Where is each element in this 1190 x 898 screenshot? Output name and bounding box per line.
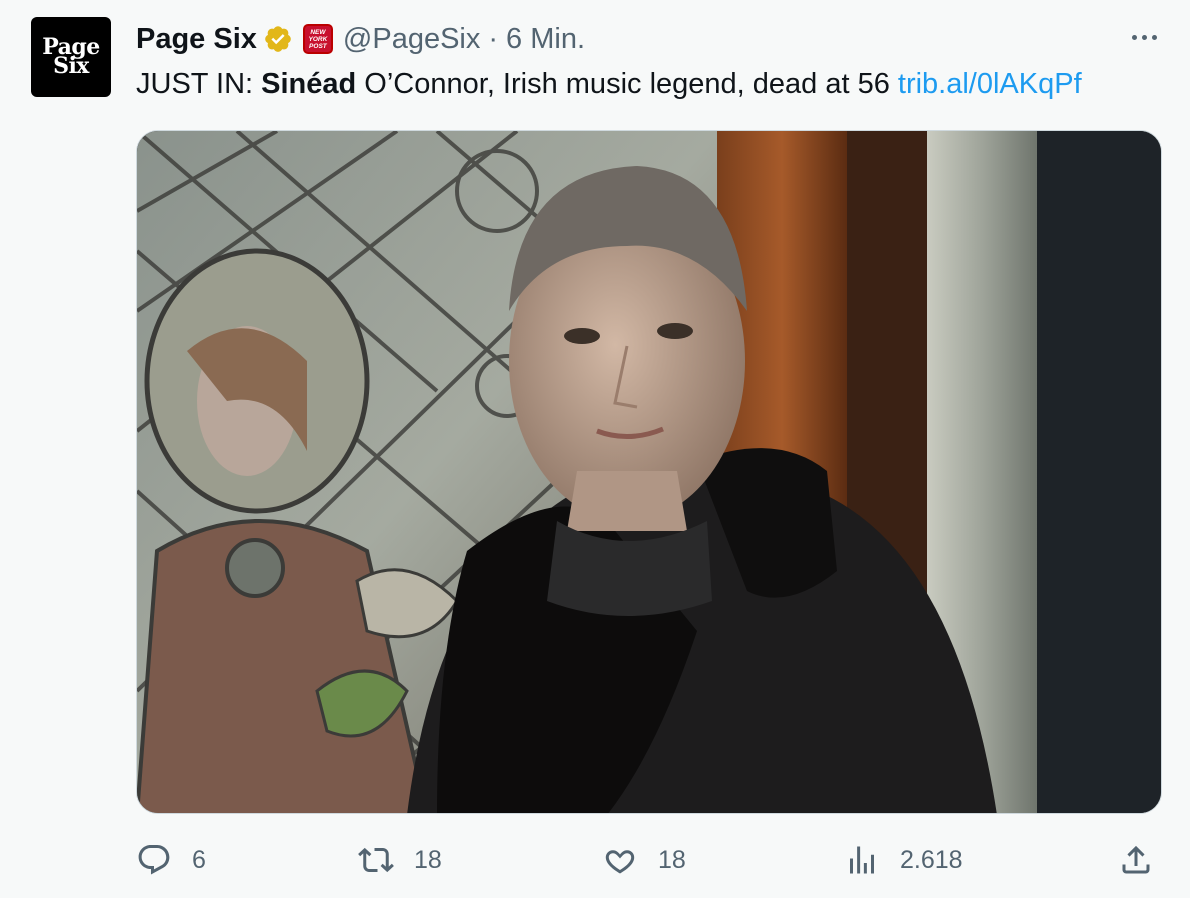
more-options-icon[interactable] [1124, 22, 1164, 52]
nypost-line-2: YORK [308, 35, 328, 43]
tweet-actions: 6 18 18 2.618 [136, 838, 1166, 882]
retweet-button[interactable]: 18 [358, 838, 442, 882]
photo-of-woman-icon [137, 131, 1161, 813]
reply-button[interactable]: 6 [136, 838, 206, 882]
tweet-photo[interactable] [136, 130, 1162, 814]
nypost-line-3: POST [309, 42, 327, 50]
tweet-body: O’Connor, Irish music legend, dead at 56 [356, 68, 898, 100]
retweet-count: 18 [414, 845, 442, 874]
reply-count: 6 [192, 845, 206, 874]
views-button[interactable]: 2.618 [844, 838, 963, 882]
share-icon [1122, 845, 1150, 874]
retweet-icon [358, 847, 394, 873]
tweet-text: JUST IN: Sinéad O’Connor, Irish music le… [136, 64, 1082, 104]
like-button[interactable]: 18 [602, 838, 686, 882]
account-handle[interactable]: @PageSix [343, 23, 480, 56]
views-count: 2.618 [900, 845, 963, 874]
like-count: 18 [658, 845, 686, 874]
nypost-line-1: NEW [310, 28, 326, 36]
reply-icon [138, 845, 170, 875]
heart-icon [605, 850, 635, 874]
account-name[interactable]: Page Six [136, 23, 257, 56]
tweet-header: Page Six NEW YORK POST @PageSix · 6 Min. [136, 20, 585, 58]
avatar[interactable]: Page Six [31, 17, 111, 97]
views-chart-icon [850, 846, 874, 874]
nypost-affiliate-icon[interactable]: NEW YORK POST [302, 24, 333, 54]
tweet-prefix: JUST IN: [136, 68, 262, 100]
tweet-link[interactable]: trib.al/0lAKqPf [898, 68, 1082, 100]
verified-badge-icon [265, 26, 291, 52]
separator-dot: · [488, 22, 499, 55]
avatar-line-2: Six [53, 53, 89, 79]
tweet-timestamp[interactable]: 6 Min. [506, 23, 585, 56]
share-button[interactable] [1118, 838, 1154, 882]
tweet-bold-name: Sinéad [261, 68, 357, 100]
